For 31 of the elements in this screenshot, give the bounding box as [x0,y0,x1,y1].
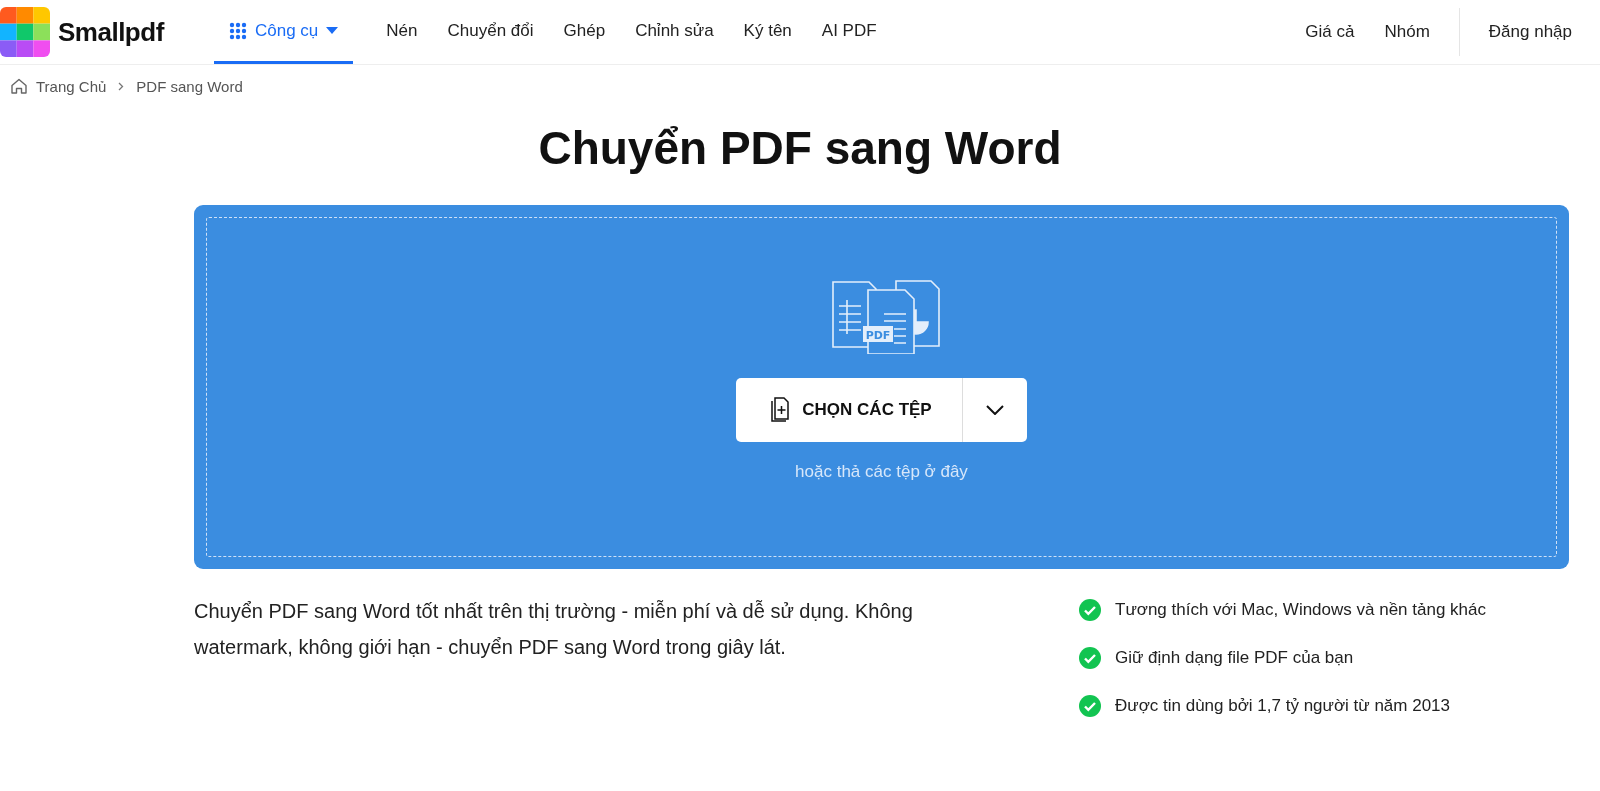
drop-zone[interactable]: PDF CHỌN CÁC TỆP hoặc thả các tệp ở đây [194,205,1569,569]
logo-icon [0,7,50,57]
page-title: Chuyển PDF sang Word [537,121,1063,175]
grid-icon [229,21,247,40]
nav-link[interactable]: Công cụ [214,0,354,64]
breadcrumb-link[interactable]: Trang Chủ [36,77,107,95]
nav-link[interactable]: Ghép [548,0,621,64]
nav-link[interactable]: Chỉnh sửa [620,0,729,64]
feature-text: Tương thích với Mac, Windows và nền tảng khác [1115,600,1486,620]
nav-link[interactable]: Ký tên [728,0,807,64]
file-add-icon [770,397,791,423]
check-circle-icon [1079,599,1101,621]
check-circle-icon [1079,647,1101,669]
nav-link[interactable]: AI PDF [806,0,892,64]
home-icon [10,77,28,95]
caret-icon [326,26,339,35]
nav-link[interactable]: Nhóm [1369,22,1445,42]
login-link[interactable]: Đăng nhập [1473,22,1600,42]
nav-link[interactable]: Chuyển đổi [432,0,549,64]
feature-text: Giữ định dạng file PDF của bạn [1115,648,1354,668]
chevron-down-icon [985,405,1004,415]
drop-hint: hoặc thả các tệp ở đây [795,462,968,482]
description-text: Chuyển PDF sang Word tốt nhất trên thị trường - miễn phí và dễ sử dụng. Không watermark, không giới hạn - chuyển PDF sang Word trong giây lát. [194,599,914,660]
nav-link[interactable]: Giá cả [1290,22,1370,42]
logo-text[interactable]: Smallpdf [58,16,164,48]
check-circle-icon [1079,695,1101,717]
documents-illustration: PDF [830,280,947,354]
chevron-right-icon [118,81,125,91]
breadcrumb-link[interactable]: PDF sang Word [136,77,243,95]
feature-text: Được tin dùng bởi 1,7 tỷ người từ năm 2013 [1115,696,1451,716]
nav-link[interactable]: Nén [371,0,433,64]
